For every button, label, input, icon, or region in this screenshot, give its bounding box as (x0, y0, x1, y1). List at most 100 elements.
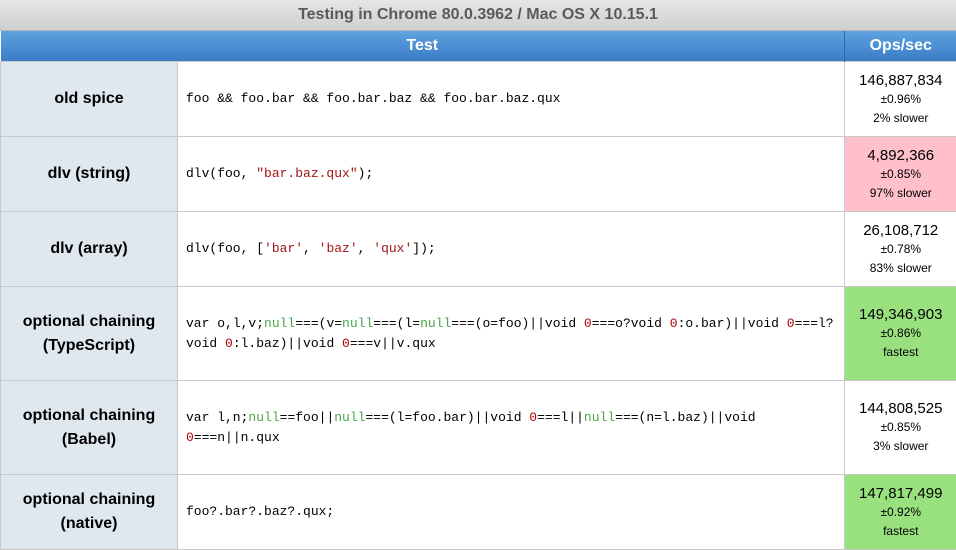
test-name: dlv (array) (1, 212, 178, 287)
ops-per-sec-value: 26,108,712 (845, 221, 956, 240)
test-code: var l,n;null==foo||null===(l=foo.bar)||v… (178, 381, 845, 475)
ops-relative-status: 97% slower (845, 184, 956, 203)
test-name: old spice (1, 62, 178, 137)
code-token: var l,n; (186, 410, 248, 425)
code-token-str: 'qux' (373, 241, 412, 256)
ops-result: 146,887,834±0.96%2% slower (845, 62, 956, 137)
ops-result: 26,108,712±0.78%83% slower (845, 212, 956, 287)
code-token: ==foo|| (280, 410, 335, 425)
ops-margin-of-error: ±0.96% (845, 90, 956, 109)
test-name: dlv (string) (1, 137, 178, 212)
ops-relative-status: fastest (845, 343, 956, 362)
table-row: old spice foo && foo.bar && foo.bar.baz &… (1, 62, 956, 137)
code-token-kw: null (264, 316, 295, 331)
ops-margin-of-error: ±0.85% (845, 418, 956, 437)
ops-margin-of-error: ±0.92% (845, 503, 956, 522)
test-name-line: dlv (string) (9, 162, 169, 186)
code-token-num: 0 (529, 410, 537, 425)
code-line: void 0:l.baz)||void 0===v||v.qux (186, 334, 836, 354)
test-name-line: (native) (9, 512, 169, 536)
table-row: optional chaining(native) foo?.bar?.baz?.… (1, 475, 956, 550)
test-code: var o,l,v;null===(v=null===(l=null===(o=… (178, 287, 845, 381)
code-token-num: 0 (584, 316, 592, 331)
test-name: optional chaining(native) (1, 475, 178, 550)
code-token-str: 'baz' (319, 241, 358, 256)
code-token-num: 0 (225, 336, 233, 351)
ops-relative-status: 2% slower (845, 109, 956, 128)
column-header-test: Test (1, 31, 845, 62)
code-token-num: 0 (787, 316, 795, 331)
code-token-kw: null (248, 410, 279, 425)
code-token: foo?.bar?.baz?.qux; (186, 504, 334, 519)
ops-relative-status: 3% slower (845, 437, 956, 456)
ops-per-sec-value: 144,808,525 (845, 399, 956, 418)
ops-per-sec-value: 4,892,366 (845, 146, 956, 165)
code-token-kw: null (334, 410, 365, 425)
code-token: void (186, 336, 225, 351)
code-line: var o,l,v;null===(v=null===(l=null===(o=… (186, 314, 836, 334)
code-token: ); (358, 166, 374, 181)
ops-result: 4,892,366±0.85%97% slower (845, 137, 956, 212)
code-token: , (303, 241, 319, 256)
code-token: var o,l,v; (186, 316, 264, 331)
code-token: dlv(foo, (186, 166, 256, 181)
ops-per-sec-value: 147,817,499 (845, 484, 956, 503)
table-header-row: Test Ops/sec (1, 31, 956, 62)
ops-per-sec-value: 146,887,834 (845, 71, 956, 90)
code-line: var l,n;null==foo||null===(l=foo.bar)||v… (186, 408, 836, 428)
ops-result: 144,808,525±0.85%3% slower (845, 381, 956, 475)
test-name-line: optional chaining (9, 310, 169, 334)
test-code: foo && foo.bar && foo.bar.baz && foo.bar… (178, 62, 845, 137)
ops-result: 147,817,499±0.92%fastest (845, 475, 956, 550)
code-token: , (358, 241, 374, 256)
code-token: :o.bar)||void (678, 316, 787, 331)
test-name: optional chaining(Babel) (1, 381, 178, 475)
code-token-str: "bar.baz.qux" (256, 166, 357, 181)
code-token-kw: null (584, 410, 615, 425)
code-token: ===(n=l.baz)||void (615, 410, 755, 425)
code-line: foo?.bar?.baz?.qux; (186, 502, 836, 522)
ops-result: 149,346,903±0.86%fastest (845, 287, 956, 381)
code-token: ===(l= (373, 316, 420, 331)
code-token: ===n||n.qux (194, 430, 280, 445)
code-token: ===v||v.qux (350, 336, 436, 351)
code-token: :l.baz)||void (233, 336, 342, 351)
table-row: dlv (array) dlv(foo, ['bar', 'baz', 'qux'… (1, 212, 956, 287)
ops-per-sec-value: 149,346,903 (845, 305, 956, 324)
code-token-kw: null (342, 316, 373, 331)
test-name-line: (Babel) (9, 428, 169, 452)
test-code: dlv(foo, ['bar', 'baz', 'qux']); (178, 212, 845, 287)
test-code: dlv(foo, "bar.baz.qux"); (178, 137, 845, 212)
ops-margin-of-error: ±0.78% (845, 240, 956, 259)
code-token-num: 0 (670, 316, 678, 331)
code-token-kw: null (420, 316, 451, 331)
ops-relative-status: 83% slower (845, 259, 956, 278)
code-token: ===(v= (295, 316, 342, 331)
code-token-str: 'bar' (264, 241, 303, 256)
code-line: dlv(foo, ['bar', 'baz', 'qux']); (186, 239, 836, 259)
code-line: dlv(foo, "bar.baz.qux"); (186, 164, 836, 184)
table-row: optional chaining(TypeScript)var o,l,v;n… (1, 287, 956, 381)
test-name-line: (TypeScript) (9, 334, 169, 358)
code-token: ===l? (795, 316, 834, 331)
test-name-line: optional chaining (9, 404, 169, 428)
code-token: ]); (412, 241, 435, 256)
test-name-line: optional chaining (9, 488, 169, 512)
ops-relative-status: fastest (845, 522, 956, 541)
column-header-ops: Ops/sec (845, 31, 956, 62)
code-token: foo && foo.bar && foo.bar.baz && foo.bar… (186, 91, 560, 106)
table-row: dlv (string) dlv(foo, "bar.baz.qux"); 4,89… (1, 137, 956, 212)
code-token: ===l|| (537, 410, 584, 425)
results-table: Test Ops/sec old spice foo && foo.bar && … (0, 31, 956, 550)
test-name: optional chaining(TypeScript) (1, 287, 178, 381)
code-token: ===(o=foo)||void (451, 316, 584, 331)
code-token-num: 0 (186, 430, 194, 445)
code-line: 0===n||n.qux (186, 428, 836, 448)
ops-margin-of-error: ±0.85% (845, 165, 956, 184)
code-line: foo && foo.bar && foo.bar.baz && foo.bar… (186, 89, 836, 109)
results-caption: Testing in Chrome 80.0.3962 / Mac OS X 1… (0, 0, 956, 31)
test-code: foo?.bar?.baz?.qux; (178, 475, 845, 550)
code-token: ===(l=foo.bar)||void (365, 410, 529, 425)
test-name-line: dlv (array) (9, 237, 169, 261)
ops-margin-of-error: ±0.86% (845, 324, 956, 343)
